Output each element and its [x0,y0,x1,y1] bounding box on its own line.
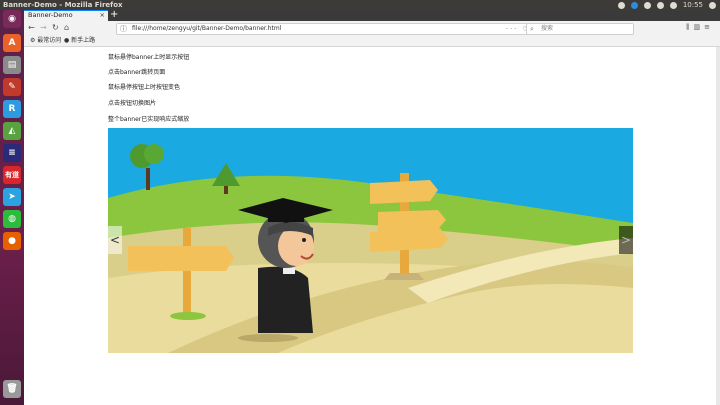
prev-slide-button[interactable]: < [108,226,122,254]
search-icon: ⌕ [530,25,534,33]
text-line: 整个banner已实现响应式缩放 [108,116,190,123]
android-studio-icon[interactable]: ◭ [3,122,21,140]
bookmarks-toolbar: ⚙ 最常访问 ● 新手上路 [24,36,720,47]
search-placeholder[interactable]: 搜索 [541,24,553,34]
tab-strip: Banner-Demo × + [24,9,720,21]
wechat-icon[interactable]: ◍ [3,210,21,228]
close-tab-icon[interactable]: × [100,11,105,20]
toolbar-right-icons[interactable]: ⫼▥≡ [686,23,714,32]
page-info-icon[interactable]: ⓘ [120,24,127,34]
clock[interactable]: 10:55 [683,0,703,10]
system-top-panel: Banner-Demo - Mozilla Firefox 10:55 [0,0,720,10]
home-icon[interactable]: ⌂ [64,23,69,32]
reload-icon[interactable]: ↻ [52,23,59,32]
telegram-icon[interactable]: ➤ [3,188,21,206]
url-bar[interactable]: ⓘ file:///home/zengyu/git/Banner-Demo/ba… [116,23,546,35]
banner-illustration[interactable] [108,128,633,353]
window-title: Banner-Demo - Mozilla Firefox [3,1,123,9]
url-text[interactable]: file:///home/zengyu/git/Banner-Demo/bann… [132,24,281,34]
scrollbar[interactable] [716,47,720,405]
navigation-toolbar: ← → ↻ ⌂ ⓘ file:///home/zengyu/git/Banner… [24,21,720,37]
forward-icon[interactable]: → [40,23,47,32]
bookmark-getting-started[interactable]: ● 新手上路 [64,36,95,46]
network-icon[interactable] [617,1,625,9]
text-line: 鼠标悬停banner上时显示按钮 [108,54,190,61]
text-line: 鼠标悬停按钮上时按钮变色 [108,84,181,91]
text-editor-icon[interactable]: ✎ [3,78,21,96]
telegram-tray-icon[interactable] [630,1,638,9]
next-slide-button[interactable]: > [619,226,633,254]
rubymine-icon[interactable]: R [3,100,21,118]
keyboard-icon[interactable] [643,1,651,9]
files-icon[interactable]: ▤ [3,56,21,74]
wifi-icon[interactable] [656,1,664,9]
bookmark-most-visited[interactable]: ⚙ 最常访问 [30,36,61,46]
software-center-icon[interactable]: A [3,34,21,52]
search-box[interactable]: ⌕ 搜索 [526,23,634,35]
unity-launcher: ◉ A ▤ ✎ R ◭ ≡ 有道 ➤ ◍ ● 🗑 [0,10,24,405]
firefox-icon[interactable]: ● [3,232,21,250]
text-line: 点击banner跳转页面 [108,69,166,76]
tab-banner-demo[interactable]: Banner-Demo × [24,10,108,21]
youdao-icon[interactable]: 有道 [3,166,21,184]
back-icon[interactable]: ← [28,23,35,32]
text-line: 点击按钮切换图片 [108,100,157,107]
tab-title: Banner-Demo [28,11,73,19]
sound-icon[interactable] [669,1,677,9]
new-tab-icon[interactable]: + [110,9,118,20]
trash-icon[interactable]: 🗑 [3,380,21,398]
ubuntu-dash-icon[interactable]: ◉ [3,10,21,28]
bar-icon[interactable]: ≡ [3,144,21,162]
power-icon[interactable] [709,1,716,9]
banner-carousel[interactable]: < > [108,128,633,353]
